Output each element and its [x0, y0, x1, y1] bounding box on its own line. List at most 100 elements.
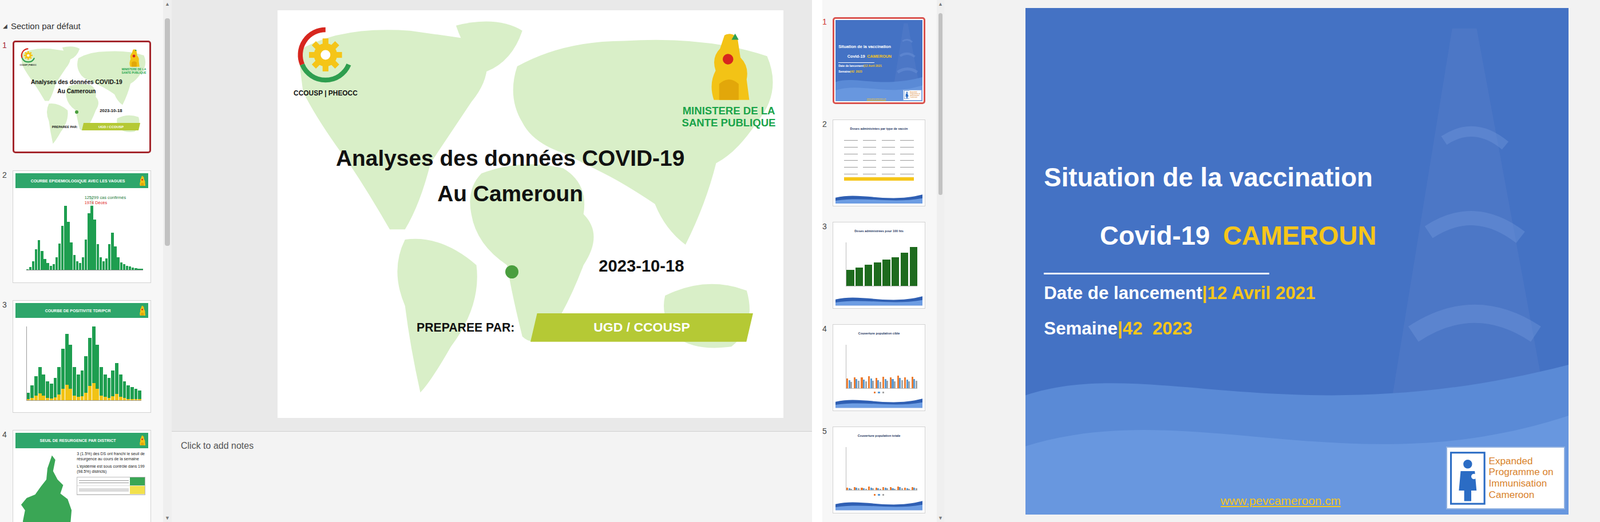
- scroll-down-button[interactable]: ▼: [937, 514, 944, 522]
- scroll-up-button[interactable]: ▲: [937, 0, 944, 9]
- slide-thumbnail[interactable]: 3 COURBE DE POSITIVITE TDR/PCR: [2, 300, 164, 414]
- chart-bar: [130, 399, 134, 401]
- chart-legend: [835, 391, 923, 394]
- slide-thumbnail-panel: ◢ Section par défaut 1 CCOUSP | PHEOCC M…: [0, 0, 164, 522]
- prepared-label: PREPAREE PAR:: [416, 321, 515, 335]
- thumbnail-scrollbar[interactable]: ▲ ▼: [936, 0, 945, 522]
- slide-stage: CCOUSP | PHEOCC MINISTERE DE LA SANTE PU…: [171, 0, 813, 432]
- chart-bar: [140, 268, 143, 271]
- thumbnail-scrollbar[interactable]: ▲ ▼: [163, 0, 172, 522]
- thumbnail-frame[interactable]: Couverture population cible: [832, 324, 926, 412]
- scroll-thumb[interactable]: [938, 13, 943, 196]
- thumbnail-frame[interactable]: Couverture population totale: [832, 426, 926, 514]
- chart-bar: [43, 259, 46, 271]
- notes-field[interactable]: Click to add notes: [171, 431, 813, 522]
- thumbnail-frame[interactable]: SEUIL DE RESURGENCE PAR DISTRICT 3 (1.5%…: [12, 430, 152, 522]
- chart-bar: [88, 386, 92, 400]
- chart-bar: [123, 381, 127, 400]
- collapse-icon[interactable]: ◢: [2, 22, 8, 30]
- slide-title: Analyses des données COVID-19Au Cameroun: [15, 77, 138, 97]
- table-row: [844, 140, 914, 141]
- thumbnail-slide: Doses administrées pour 100 hts: [835, 224, 923, 307]
- thumbnail-slide: Doses administrées par type de vaccin: [835, 122, 923, 204]
- chart-bar: [76, 261, 79, 271]
- thumbnail-frame[interactable]: CCOUSP | PHEOCC MINISTERE DE LA SANTE PU…: [12, 40, 152, 154]
- chart-bar: [882, 259, 890, 286]
- prepared-label: PREPAREE PAR:: [52, 125, 78, 129]
- chart-bar: [893, 381, 896, 388]
- chart-bar: [92, 383, 96, 400]
- slide-thumbnail[interactable]: 5 Couverture population totale: [822, 426, 937, 514]
- chart-bar: [80, 370, 85, 400]
- thumbnail-slide: SEUIL DE RESURGENCE PAR DISTRICT 3 (1.5%…: [15, 433, 149, 522]
- scroll-thumb[interactable]: [164, 18, 170, 247]
- epi-logo-line: Expanded: [909, 91, 921, 94]
- chart-bar: [886, 381, 889, 388]
- slide-thumbnail[interactable]: 2 Doses administrées par type de vaccin: [822, 119, 937, 207]
- slide-thumbnail[interactable]: 3 Doses administrées pour 100 hts: [822, 222, 937, 310]
- thumbnail-frame[interactable]: Doses administrées pour 100 hts: [832, 222, 926, 310]
- chart-bar: [123, 398, 127, 400]
- chart-bar: [49, 266, 53, 271]
- chart-bar: [72, 395, 77, 401]
- chart-labels: 125299 cas confirmés1974 Décès: [84, 195, 126, 207]
- scroll-up-button[interactable]: ▲: [164, 0, 170, 9]
- chart-bar: [137, 268, 140, 271]
- title-line: Analyses des données COVID-19: [277, 140, 743, 177]
- epi-logo-line: Immunisation: [1488, 478, 1554, 490]
- ministry-logo: MINISTERE DE LA SANTE PUBLIQUE: [120, 48, 148, 75]
- epi-logo: ExpandedProgramme onImmunisationCameroon: [903, 89, 922, 101]
- website-link[interactable]: www.pevcameroon.cm: [1025, 494, 1536, 509]
- chart-bar: [125, 266, 129, 271]
- chart-bar: [137, 390, 142, 400]
- chart-bar: [96, 244, 99, 271]
- chart-bar: [111, 232, 114, 271]
- chart-bar: [68, 389, 73, 400]
- scroll-track[interactable]: [936, 8, 945, 515]
- slide-title: Couverture population cible: [835, 331, 923, 336]
- status-cell: [129, 477, 145, 486]
- thumbnail-frame[interactable]: COURBE DE POSITIVITE TDR/PCR: [12, 300, 152, 414]
- prepared-by-banner: UGD / CCOUSP: [530, 313, 754, 343]
- thumbnail-frame[interactable]: Doses administrées par type de vaccin: [832, 119, 926, 207]
- thumbnail-frame[interactable]: Situation de la vaccination Covid-19CAME…: [832, 17, 926, 105]
- chart-bar: [73, 255, 76, 271]
- gear-logo-icon: [20, 47, 37, 64]
- slide-thumbnail[interactable]: 1 CCOUSP | PHEOCC MINISTERE DE LA SANTE …: [2, 40, 164, 154]
- slide-thumbnail[interactable]: 1 Situation de la vaccination Covid-19CA…: [822, 17, 937, 105]
- subtitle-part: Covid-19: [1099, 220, 1210, 253]
- chart-bar: [57, 394, 61, 401]
- thumbnail-slide: COURBE DE POSITIVITE TDR/PCR: [15, 303, 149, 411]
- slide-thumbnail[interactable]: 4 Couverture population cible: [822, 324, 937, 412]
- chart-bar: [52, 264, 55, 271]
- monument-background-icon: [1025, 8, 1569, 516]
- chart-bar: [865, 489, 867, 491]
- chart-bar: [99, 395, 104, 401]
- chart-bar: [857, 488, 860, 491]
- scroll-down-button[interactable]: ▼: [164, 514, 170, 522]
- chart-bar: [115, 394, 119, 400]
- right-presentation-window: 1 Situation de la vaccination Covid-19CA…: [822, 0, 1600, 522]
- epi-logo-line: Cameroon: [1488, 489, 1554, 502]
- slide-thumbnail[interactable]: 2 COURBE EPIDEMIOLOGIQUE AVEC LES VAGUES…: [2, 170, 164, 284]
- subtitle-part: Covid-19: [847, 54, 866, 60]
- chart-bar: [26, 399, 31, 400]
- window-gap: [812, 0, 823, 522]
- prepared-by-banner: UGD / CCOUSP: [81, 123, 141, 131]
- chart-bar: [915, 488, 918, 491]
- chart-bar: [84, 239, 87, 271]
- slide-title: Analyses des données COVID-19Au Cameroun: [277, 140, 743, 212]
- thumbnail-frame[interactable]: COURBE EPIDEMIOLOGIQUE AVEC LES VAGUES 1…: [12, 170, 152, 284]
- chart-bar: [134, 268, 137, 271]
- wave-icon: [835, 191, 923, 204]
- prepared-by: UGD / CCOUSP: [593, 319, 690, 336]
- chart-bar: [130, 387, 134, 400]
- website-link[interactable]: www.pevcameroon.cm: [835, 97, 918, 101]
- chart-bar: [908, 489, 910, 491]
- launch-date-line: Date de lancement|12 Avril 2021: [1043, 282, 1316, 305]
- slide-thumbnail[interactable]: 4 SEUIL DE RESURGENCE PAR DISTRICT 3 (1.…: [2, 430, 164, 522]
- table-row: [844, 153, 914, 155]
- section-header[interactable]: ◢ Section par défaut: [0, 17, 164, 35]
- scroll-track[interactable]: [163, 8, 172, 515]
- chart-bar: [116, 257, 120, 271]
